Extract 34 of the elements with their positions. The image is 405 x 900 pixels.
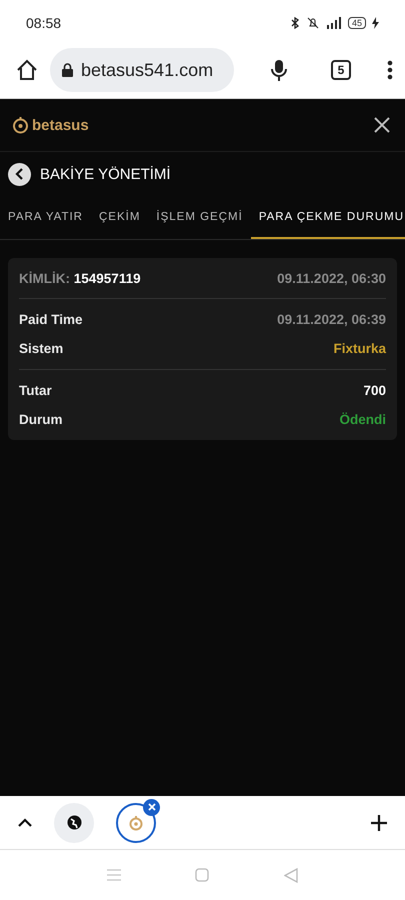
- field-value: 09.11.2022, 06:39: [277, 312, 386, 327]
- microphone-icon[interactable]: [271, 59, 287, 81]
- signal-icon: [326, 17, 342, 29]
- site-logo: betasus: [12, 116, 89, 134]
- chevron-left-icon: [14, 168, 24, 180]
- close-icon[interactable]: [373, 116, 391, 134]
- tab-count-button[interactable]: 5: [331, 60, 351, 80]
- field-label: Sistem: [19, 341, 64, 356]
- record-id: KİMLİK: 154957119: [19, 270, 141, 286]
- collapse-icon[interactable]: [18, 818, 32, 827]
- lock-icon: [62, 63, 73, 77]
- back-button[interactable]: [8, 162, 31, 186]
- tab-thumbnail[interactable]: [54, 802, 94, 842]
- tab[interactable]: PARA ÇEKME DURUMU: [250, 196, 405, 239]
- field-label: Paid Time: [19, 312, 83, 327]
- tab[interactable]: PARA YATIR: [0, 196, 91, 239]
- status-time: 08:58: [26, 15, 62, 31]
- menu-icon[interactable]: [387, 60, 393, 80]
- new-tab-icon[interactable]: [371, 814, 387, 830]
- bell-muted-icon: [306, 17, 320, 29]
- field-value: 700: [363, 383, 386, 398]
- record-date: 09.11.2022, 06:30: [277, 270, 386, 286]
- battery-level: 45: [348, 17, 366, 29]
- charging-icon: [372, 17, 379, 29]
- page-title: BAKİYE YÖNETİMİ: [40, 166, 171, 182]
- field-label: Durum: [19, 412, 62, 427]
- address-bar[interactable]: betasus541.com: [50, 48, 234, 92]
- tab[interactable]: ÇEKİM: [90, 196, 148, 239]
- tab[interactable]: İŞLEM GEÇMİ: [148, 196, 251, 239]
- home-icon[interactable]: [16, 59, 38, 81]
- field-label: Tutar: [19, 383, 52, 398]
- field-value: Ödendi: [340, 412, 386, 427]
- bluetooth-icon: [290, 17, 300, 29]
- field-value: Fixturka: [333, 341, 386, 356]
